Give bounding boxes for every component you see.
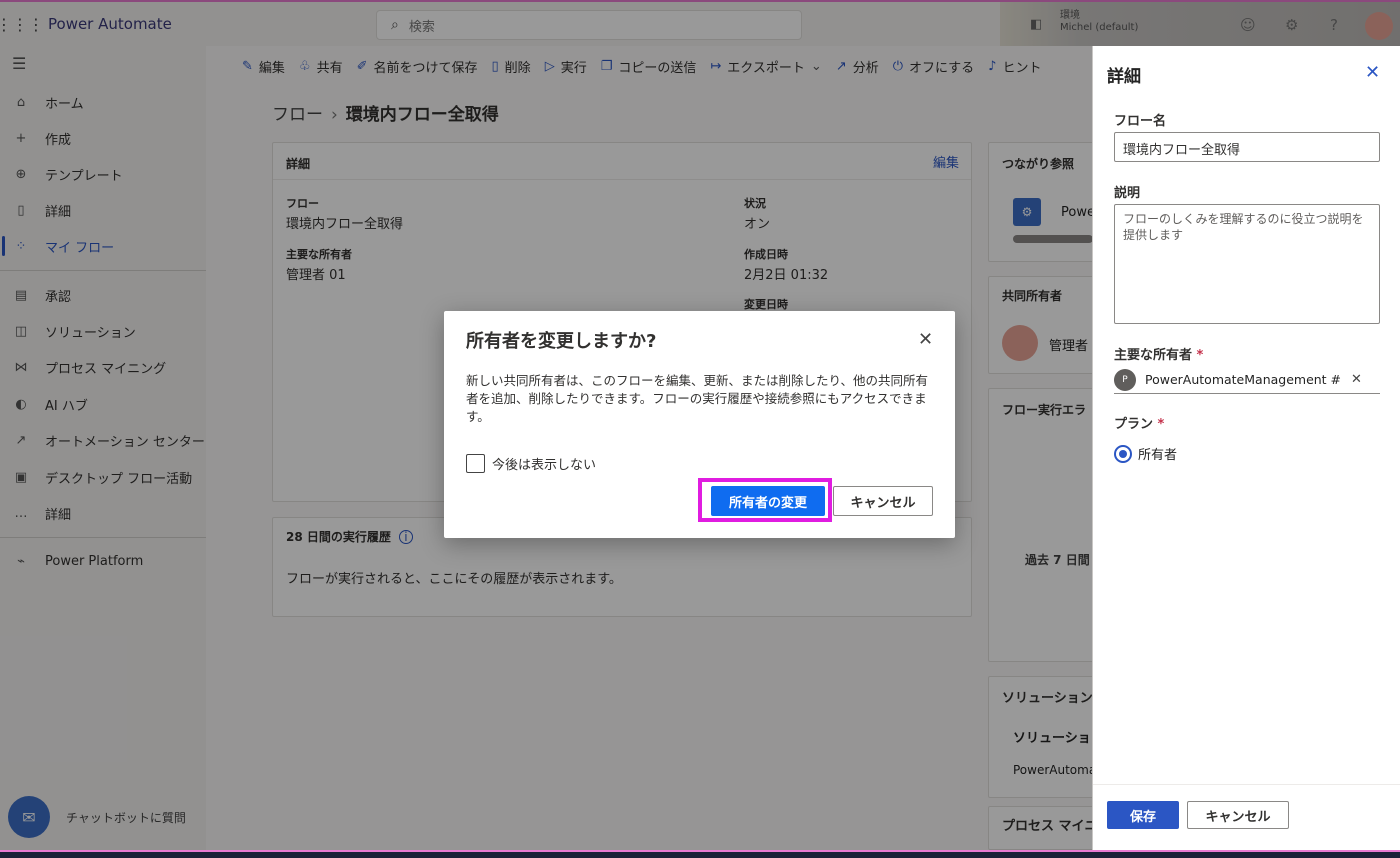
plan-label-text: プラン <box>1114 417 1154 432</box>
remove-owner-icon[interactable]: ✕ <box>1351 372 1362 387</box>
details-edit-panel: 詳細 ✕ フロー名 環境内フロー全取得 説明 フローのしくみを理解するのに役立つ… <box>1092 46 1400 850</box>
flow-name-input[interactable]: 環境内フロー全取得 <box>1114 132 1380 162</box>
description-label: 説明 <box>1114 186 1141 201</box>
plan-option-label: 所有者 <box>1138 448 1178 463</box>
dialog-body: 新しい共同所有者は、このフローを編集、更新、または削除したり、他の共同所有者を追… <box>466 373 929 424</box>
highlight-box <box>698 478 832 522</box>
required-mark: * <box>1157 417 1165 432</box>
flow-name-label: フロー名 <box>1114 114 1167 129</box>
dialog-title: 所有者を変更しますか? <box>466 331 657 352</box>
checkbox-icon <box>466 454 485 473</box>
plan-label: プラン * <box>1114 413 1164 432</box>
description-textarea[interactable]: フローのしくみを理解するのに役立つ説明を提供します <box>1114 204 1380 324</box>
panel-cancel-button[interactable]: キャンセル <box>1187 801 1289 829</box>
radio-selected-icon <box>1114 444 1132 463</box>
owner-avatar: P <box>1114 368 1136 391</box>
primary-owner-picker[interactable]: P PowerAutomateManagement # ✕ <box>1114 366 1380 394</box>
panel-title: 詳細 <box>1107 67 1141 87</box>
primary-owner-label-text: 主要な所有者 <box>1114 348 1193 363</box>
primary-owner-label: 主要な所有者 * <box>1114 344 1203 363</box>
close-icon[interactable]: ✕ <box>1365 62 1380 83</box>
panel-footer: 保存 キャンセル <box>1093 784 1400 850</box>
save-button[interactable]: 保存 <box>1107 801 1179 829</box>
dialog-cancel-button[interactable]: キャンセル <box>833 486 933 516</box>
dialog-close-icon[interactable]: ✕ <box>918 329 933 350</box>
dont-show-again-checkbox[interactable]: 今後は表示しない <box>466 454 596 473</box>
taskbar-strip <box>0 850 1400 858</box>
plan-radio-owner[interactable]: 所有者 <box>1114 444 1177 463</box>
owner-value: PowerAutomateManagement # <box>1145 372 1342 387</box>
checkbox-label: 今後は表示しない <box>492 458 597 473</box>
required-mark: * <box>1196 348 1204 363</box>
